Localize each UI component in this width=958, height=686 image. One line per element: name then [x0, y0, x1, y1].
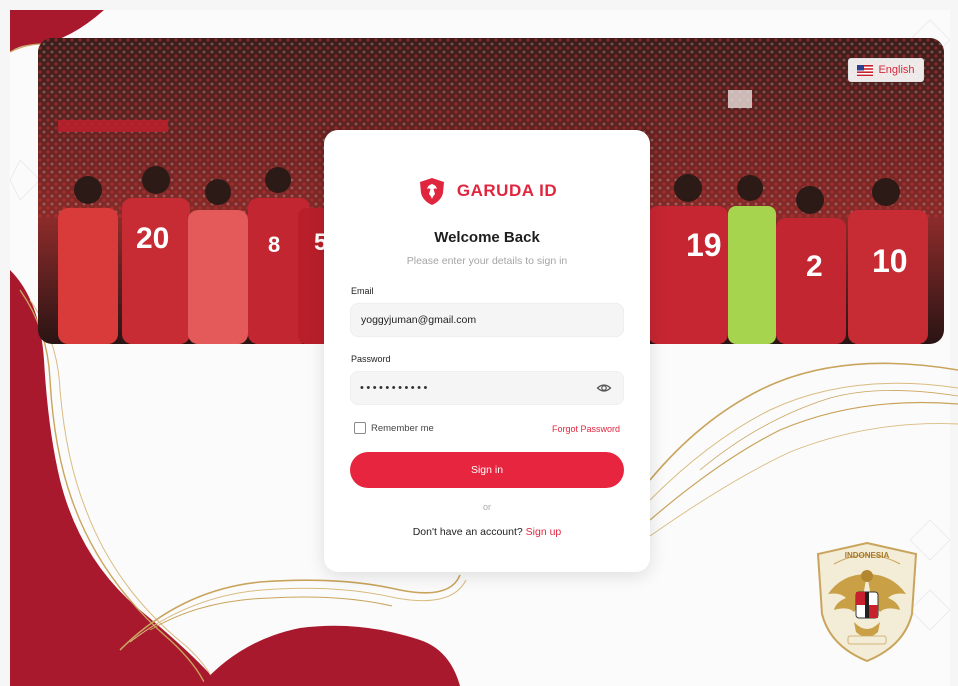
brand-name: GARUDA ID: [456, 181, 558, 200]
emblem-text: INDONESIA: [845, 551, 890, 560]
language-selector[interactable]: English: [848, 58, 924, 82]
sign-in-button[interactable]: Sign in: [350, 452, 624, 488]
jersey-number: 20: [136, 222, 169, 255]
password-masked-value: •••••••••••: [360, 382, 430, 394]
remember-me[interactable]: Remember me: [354, 422, 434, 434]
remember-me-checkbox[interactable]: [354, 422, 366, 434]
page-title: Welcome Back: [434, 229, 540, 246]
or-divider: or: [482, 502, 491, 512]
page-subtitle: Please enter your details to sign in: [406, 255, 568, 267]
jersey-number: 2: [806, 250, 823, 283]
jersey-number: 19: [686, 227, 722, 263]
remember-me-label: Remember me: [371, 422, 434, 434]
signup-prompt: Don't have an account? Sign up: [324, 526, 650, 538]
pssi-garuda-emblem: INDONESIA: [816, 541, 918, 663]
email-label: Email: [351, 286, 374, 296]
no-account-text: Don't have an account?: [412, 526, 526, 538]
forgot-password-link[interactable]: Forgot Password: [552, 424, 620, 434]
email-field[interactable]: [350, 303, 624, 337]
brand-logo: GARUDA ID: [324, 176, 650, 206]
eye-icon[interactable]: [596, 380, 612, 396]
us-flag-icon: [857, 64, 874, 76]
login-page: 20 8 5 19 2 10 English GARUDA ID Welcome…: [0, 0, 958, 686]
language-label: English: [878, 64, 915, 76]
login-card: GARUDA ID Welcome Back Please enter your…: [324, 130, 650, 572]
garuda-shield-icon: [419, 178, 444, 205]
jersey-number: 10: [872, 243, 908, 279]
password-label: Password: [351, 354, 391, 364]
jersey-number: 8: [268, 232, 280, 257]
sign-up-link[interactable]: Sign up: [526, 526, 562, 538]
